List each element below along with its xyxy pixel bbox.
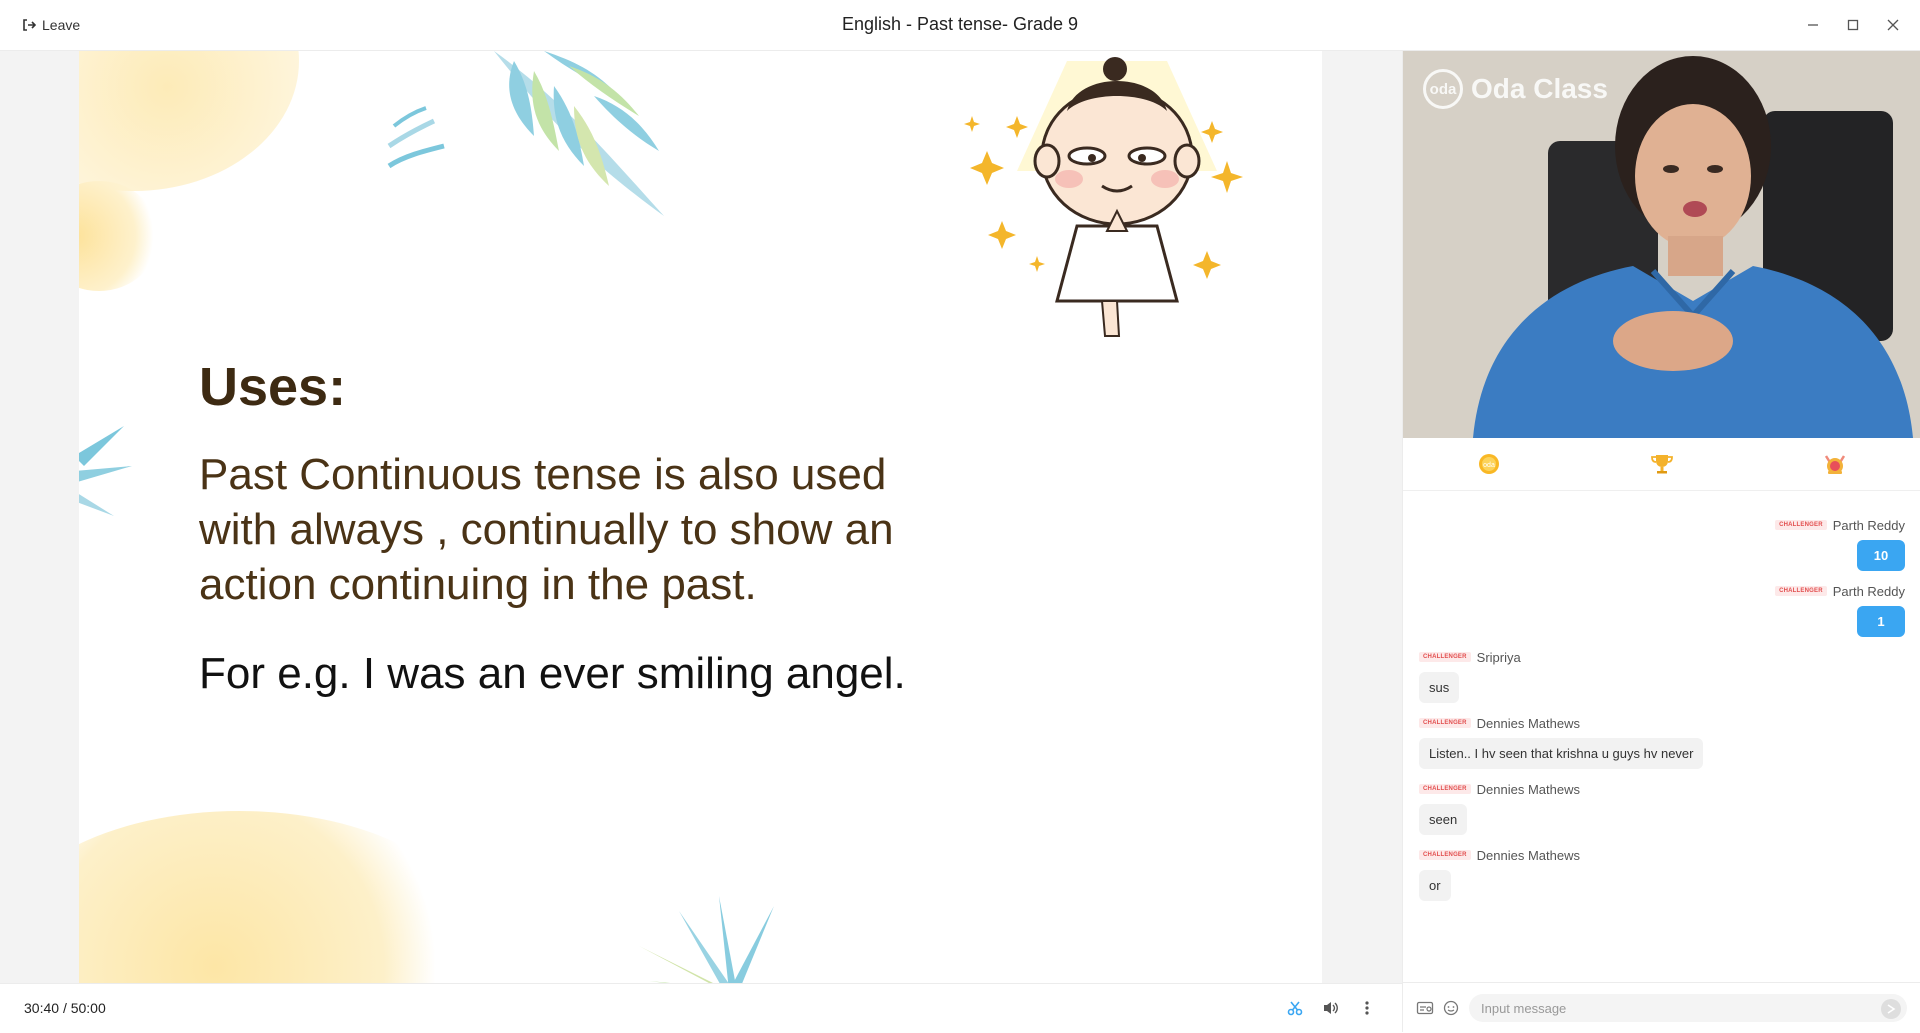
more-options-button[interactable] [1356,997,1378,1019]
leave-button[interactable]: Leave [22,15,80,35]
control-icons [1284,997,1378,1019]
brand-name: Oda Class [1471,73,1608,104]
message-sender: Dennies Mathews [1476,781,1580,797]
window-controls [1800,12,1906,38]
challenger-badge: CHALLENGER [1419,850,1471,860]
message-bubble: or [1419,870,1451,901]
message-sender: Parth Reddy [1832,583,1905,599]
teacher-video: oda Oda Class [1403,51,1920,438]
leaf-decoration-top [494,51,664,216]
message-bubble: 1 [1857,606,1905,637]
emoji-icon [1443,1000,1459,1016]
challenger-badge: CHALLENGER [1775,520,1827,530]
challenger-badge: CHALLENGER [1775,586,1827,596]
emoji-button[interactable] [1441,998,1461,1018]
trophy-icon [1651,455,1673,474]
leave-label: Leave [42,17,81,33]
leaf-decoration-bottom [639,896,814,983]
oda-class-watermark: oda Oda Class [1423,69,1608,109]
chat-message: CHALLENGER Dennies Mathews Listen.. I hv… [1419,714,1905,769]
minimize-button[interactable] [1800,12,1826,38]
playback-control-bar: 30:40 / 50:00 [0,983,1402,1033]
message-bubble: sus [1419,672,1460,703]
close-button[interactable] [1880,12,1906,38]
teacher-video-frame [1403,51,1920,438]
send-button[interactable] [1881,999,1901,1019]
challenger-badge: CHALLENGER [1419,652,1471,662]
screenshot-icon [1416,1001,1434,1015]
panel-tabs: oda [1403,438,1920,491]
message-sender: Dennies Mathews [1476,847,1580,863]
challenger-badge: CHALLENGER [1419,784,1471,794]
decor-blob-left [79,181,159,291]
elapsed-time: 30:40 [24,1000,60,1016]
title-bar: Leave English - Past tense- Grade 9 [0,0,1920,51]
chat-message: CHALLENGER Parth Reddy 1 [1419,582,1905,637]
maximize-button[interactable] [1840,12,1866,38]
maximize-icon [1847,19,1859,31]
message-bubble: seen [1419,804,1468,835]
oda-logo: oda [1423,69,1463,109]
tab-achievements[interactable] [1815,444,1855,484]
slide-example-text: For e.g. I was an ever smiling angel. [199,649,906,698]
decor-blob-top-left [79,51,299,191]
angel-sticker-image [964,57,1243,337]
chat-message: CHALLENGER Dennies Mathews seen [1419,780,1905,835]
volume-icon [1324,1002,1338,1014]
scissors-icon [1287,1001,1303,1016]
challenger-badge: CHALLENGER [1419,718,1471,728]
volume-button[interactable] [1320,997,1342,1019]
chat-message-list: CHALLENGER Parth Reddy 10 CHALLENGER Par… [1403,491,1920,1031]
total-time: 50:00 [70,1000,106,1016]
screenshot-button[interactable] [1415,998,1435,1018]
chat-message: CHALLENGER Dennies Mathews or [1419,846,1905,901]
tab-leaderboard[interactable] [1642,444,1682,484]
message-input[interactable] [1469,994,1907,1022]
chat-message: CHALLENGER Sripriya sus [1419,648,1905,703]
message-bubble: Listen.. I hv seen that krishna u guys h… [1419,738,1704,769]
presentation-stage: Uses: Past Continuous tense is also used… [0,51,1402,983]
close-icon [1887,19,1899,31]
slide-body-text: Past Continuous tense is also used with … [199,450,894,609]
message-bubble: 10 [1857,540,1905,571]
window-title: English - Past tense- Grade 9 [841,14,1079,34]
send-icon [1887,1004,1896,1014]
leaf-decoration-left [79,426,132,516]
slide: Uses: Past Continuous tense is also used… [79,51,1322,983]
chat-message: CHALLENGER Parth Reddy 10 [1419,516,1905,571]
right-panel: oda Oda Class oda CHALLENGER Parth Reddy… [1402,51,1920,1033]
leaf-decoration-small [387,106,445,169]
message-sender: Sripriya [1476,649,1521,665]
time-separator: / [62,1000,67,1016]
svg-text:oda: oda [1483,462,1495,469]
slide-heading: Uses: [199,357,347,417]
decor-blob-bottom-left [79,811,479,983]
chat-input-bar [1403,982,1920,1033]
minimize-icon [1808,24,1818,26]
coin-icon: oda [1479,454,1500,474]
more-vertical-icon [1365,1001,1369,1015]
medal-icon [1824,455,1845,474]
message-sender: Parth Reddy [1832,517,1905,533]
leave-icon [23,19,36,31]
class-timer: 30:40 / 50:00 [24,1000,106,1016]
scissors-button[interactable] [1284,997,1306,1019]
tab-coins[interactable]: oda [1469,444,1509,484]
message-sender: Dennies Mathews [1476,715,1580,731]
